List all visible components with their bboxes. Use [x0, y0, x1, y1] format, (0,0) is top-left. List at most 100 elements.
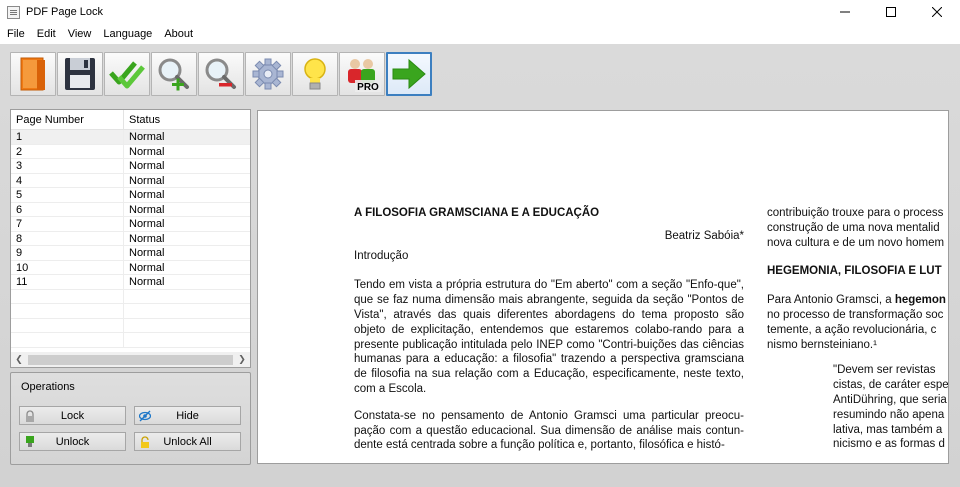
menu-language[interactable]: Language — [97, 24, 158, 44]
minimize-icon — [840, 11, 850, 13]
save-button[interactable] — [57, 52, 103, 96]
green-arrow-icon — [392, 58, 426, 90]
app-icon — [7, 5, 20, 19]
zoom-in-button[interactable] — [151, 52, 197, 96]
table-row[interactable]: 3 Normal — [11, 159, 250, 174]
menu-bar: File Edit View Language About — [0, 24, 960, 44]
scroll-left-icon[interactable]: ❮ — [11, 352, 27, 368]
open-book-icon — [20, 57, 45, 91]
page-number-cell: 10 — [11, 260, 124, 274]
unlock-label: Unlock — [55, 435, 90, 448]
document-author: Beatriz Sabóia* — [664, 229, 744, 242]
table-row[interactable]: 6 Normal — [11, 202, 250, 217]
open-button[interactable] — [10, 52, 56, 96]
page-number-cell: 9 — [11, 246, 124, 260]
status-cell: Normal — [129, 160, 165, 172]
document-paragraph: Constata-se no pensamento de Antonio Gra… — [354, 409, 744, 452]
select-all-button[interactable] — [104, 52, 150, 96]
document-line: temente, a ação revolucionária, c — [767, 323, 937, 336]
column-header-page-number[interactable]: Page Number — [11, 110, 124, 129]
document-line: construção de uma nova mentalid — [767, 221, 940, 234]
page-number-cell: 7 — [11, 217, 124, 231]
toolbar: PRO — [10, 52, 432, 98]
minimize-button[interactable] — [822, 0, 868, 24]
table-row[interactable]: 5 Normal — [11, 188, 250, 203]
status-cell: Normal — [129, 189, 165, 201]
padlock-gold-icon — [141, 436, 149, 448]
hide-button[interactable]: Hide — [134, 406, 241, 425]
unlock-all-button[interactable]: Unlock All — [134, 432, 241, 451]
page-number-cell: 6 — [11, 202, 124, 216]
next-button[interactable] — [386, 52, 432, 96]
client-area: PRO Page Number Status 1 Normal 2 Normal 3… — [0, 44, 960, 487]
document-section-heading: Introdução — [354, 249, 409, 262]
menu-view[interactable]: View — [62, 24, 98, 44]
operations-title: Operations — [21, 381, 75, 393]
quote-line: lativa, mas também a — [833, 423, 943, 436]
settings-button[interactable] — [245, 52, 291, 96]
svg-text:PRO: PRO — [357, 82, 379, 93]
pro-button[interactable]: PRO — [339, 52, 385, 96]
padlock-icon — [26, 410, 34, 422]
page-number-cell: 8 — [11, 231, 124, 245]
table-body: 1 Normal 2 Normal 3 Normal 4 Normal 5 Normal … — [11, 130, 250, 351]
window-controls — [822, 0, 960, 24]
quote-line: resumindo não apena — [833, 408, 945, 421]
table-row[interactable]: 8 Normal — [11, 231, 250, 246]
table-row[interactable]: 4 Normal — [11, 173, 250, 188]
scroll-thumb[interactable] — [28, 354, 233, 365]
table-row[interactable]: 9 Normal — [11, 246, 250, 261]
unlock-button[interactable]: Unlock — [19, 432, 126, 451]
menu-file[interactable]: File — [0, 24, 31, 44]
column-header-status[interactable]: Status — [124, 110, 250, 129]
zoom-out-button[interactable] — [198, 52, 244, 96]
floppy-disk-icon — [65, 58, 95, 90]
pdf-viewer[interactable]: A FILOSOFIA GRAMSCIANA E A EDUCAÇÃO Beat… — [257, 110, 949, 464]
document-right-column: contribuição trouxe para o process const… — [767, 206, 949, 452]
status-cell: Normal — [129, 247, 165, 259]
document-paragraph: Tendo em vista a própria estrutura do "E… — [354, 279, 744, 395]
empty-row — [11, 304, 250, 319]
status-cell: Normal — [129, 261, 165, 274]
zoom-in-icon — [158, 58, 189, 91]
document-line: contribuição trouxe para o process — [767, 207, 944, 219]
horizontal-scrollbar[interactable]: ❮ ❯ — [11, 351, 250, 367]
unlock-all-label: Unlock All — [163, 435, 212, 448]
maximize-button[interactable] — [868, 0, 914, 24]
menu-about[interactable]: About — [158, 24, 199, 44]
tips-button[interactable] — [292, 52, 338, 96]
zoom-out-icon — [205, 58, 236, 89]
page-number-cell: 1 — [11, 130, 124, 144]
lock-button[interactable]: Lock — [19, 406, 126, 425]
page-number-cell: 4 — [11, 173, 124, 187]
quote-line: cistas, de caráter espe — [833, 379, 949, 392]
lightbulb-icon — [304, 58, 326, 90]
document-heading: HEGEMONIA, FILOSOFIA E LUT — [767, 265, 942, 278]
empty-row — [11, 318, 250, 333]
scroll-track[interactable] — [27, 354, 234, 365]
close-icon — [932, 7, 942, 17]
status-cell: Normal — [129, 232, 165, 245]
quote-line: "Devem ser revistas — [833, 364, 936, 377]
table-row[interactable]: 11 Normal — [11, 275, 250, 290]
quote-line: nicismo e as formas d — [833, 438, 945, 451]
table-row[interactable]: 10 Normal — [11, 260, 250, 275]
page-number-cell: 11 — [11, 275, 124, 289]
pro-users-icon: PRO — [348, 59, 381, 93]
scroll-right-icon[interactable]: ❯ — [234, 352, 250, 368]
page-table: Page Number Status 1 Normal 2 Normal 3 Norm… — [10, 109, 251, 368]
status-cell: Normal — [129, 203, 165, 216]
table-row[interactable]: 1 Normal — [11, 130, 250, 145]
status-cell: Normal — [129, 131, 165, 143]
table-row[interactable]: 2 Normal — [11, 144, 250, 159]
unlock-icon — [26, 436, 34, 447]
document-quote: "Devem ser revistas cistas, de caráter e… — [767, 363, 949, 452]
window-title: PDF Page Lock — [26, 6, 104, 18]
hide-label: Hide — [176, 409, 199, 422]
page-number-cell: 5 — [11, 188, 124, 202]
table-row[interactable]: 7 Normal — [11, 217, 250, 232]
document-line: nova cultura e de um novo homem — [767, 236, 945, 249]
menu-edit[interactable]: Edit — [31, 24, 62, 44]
close-button[interactable] — [914, 0, 960, 24]
page-number-cell: 3 — [11, 159, 124, 173]
